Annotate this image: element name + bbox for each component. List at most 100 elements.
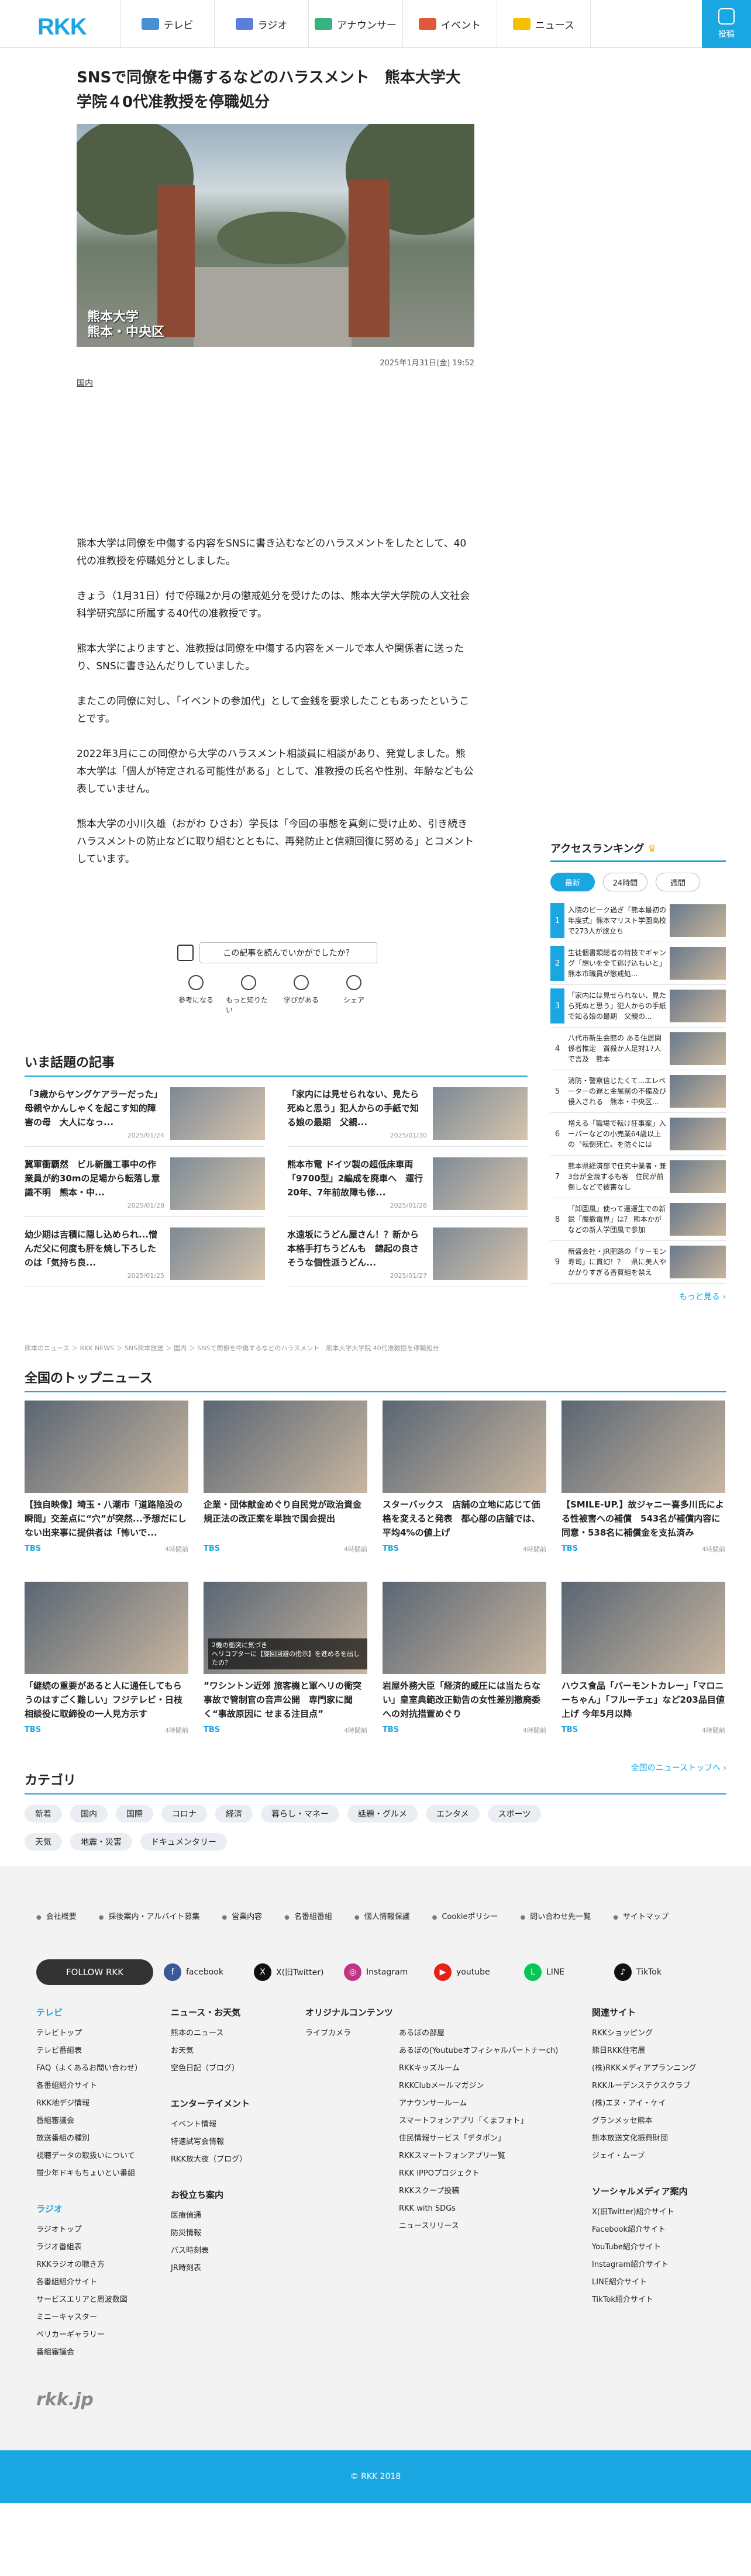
category-chip[interactable]: 天気 [25, 1833, 62, 1851]
sns-link-line[interactable]: L LINE [524, 1963, 612, 1981]
footer-col-link[interactable]: Facebook紹介サイト [592, 2221, 715, 2239]
top-news-card[interactable]: 岩屋外務大臣「経済的威圧には当たらない」皇室典範改正勧告の女性差別撤廃委への対抗… [383, 1582, 546, 1755]
rkk-small-logo[interactable]: rkk.jp [36, 2390, 94, 2410]
top-news-card[interactable]: 【SMILE-UP.】故ジャニー喜多川氏による性被害への補償 543名が補償内容… [561, 1401, 725, 1574]
footer-link[interactable]: サイトマップ [613, 1910, 669, 1921]
footer-col-link[interactable]: 各番組紹介サイト [36, 2274, 171, 2291]
footer-col-link[interactable]: あるぼの部屋 [399, 2025, 592, 2042]
footer-col-link[interactable]: 視聴データの取扱いについて [36, 2148, 171, 2165]
top-news-card[interactable]: ハウス食品「バーモントカレー」「マロニーちゃん」「フルーチェ」など203品目値上… [561, 1582, 725, 1755]
sns-link-tiktok[interactable]: ♪ TikTok [614, 1963, 702, 1981]
footer-col-link[interactable]: ミニーキャスター [36, 2309, 171, 2326]
footer-col-link[interactable]: (株)RKKメディアプランニング [592, 2060, 715, 2077]
footer-col-link[interactable]: 熊本放送文化振興財団 [592, 2130, 715, 2148]
trending-item[interactable]: 「家内には見せられない、見たら死ぬと思う」犯人からの手紙で知る娘の最期 父親..… [287, 1077, 528, 1147]
footer-col-link[interactable]: ジェイ・ムーブ [592, 2148, 715, 2165]
category-chip[interactable]: 話題・グルメ [347, 1805, 418, 1823]
footer-link[interactable]: Cookieポリシー [432, 1910, 498, 1921]
category-chip[interactable]: 経済 [215, 1805, 253, 1823]
sns-link-x[interactable]: X X(旧Twitter) [254, 1963, 342, 1981]
nav-item-radio[interactable]: ラジオ [214, 0, 308, 48]
category-chip[interactable]: 国際 [116, 1805, 153, 1823]
trending-item[interactable]: 熊本市電 ドイツ製の超低床車両「9700型」2編成を廃車へ 運行20年、7年前故… [287, 1147, 528, 1217]
category-chip[interactable]: 国内 [70, 1805, 108, 1823]
footer-col-link[interactable]: 番組審議会 [36, 2344, 171, 2361]
footer-col-link[interactable]: バス時刻表 [171, 2242, 305, 2260]
article-category-link[interactable]: 国内 [77, 377, 474, 389]
footer-col-link[interactable]: 住民情報サービス「デタポン」 [399, 2130, 592, 2148]
footer-col-link[interactable]: ラジオ番組表 [36, 2239, 171, 2256]
trending-item[interactable]: 水遠坂にうどん屋さん！？新から本格手打ちうどんも 錦起の良さそうな個性派うどん.… [287, 1217, 528, 1287]
ranking-item[interactable]: 3 「家内には見せられない、見たら死ぬと思う」犯人からの手紙で知る娘の最期 父親の… [550, 985, 726, 1028]
footer-link[interactable]: 営業内容 [222, 1910, 262, 1921]
category-chip[interactable]: コロナ [161, 1805, 207, 1823]
top-news-card[interactable]: スターバックス 店舗の立地に応じて価格を変えると発表 都心部の店舗では、平均4%… [383, 1401, 546, 1574]
category-chip[interactable]: ドキュメンタリー [140, 1833, 227, 1851]
footer-col-link[interactable]: 放送番組の種別 [36, 2130, 171, 2148]
sns-link-youtube[interactable]: ▶ youtube [434, 1963, 522, 1981]
top-news-card[interactable]: 【独自映像】埼玉・八潮市「道路陥没の瞬間」交差点に“穴”が突然...予想だにしな… [25, 1401, 188, 1574]
trending-item[interactable]: 「3歳からヤングケアラーだった」母親やかんしゃくを起こす知的障害の母 大人になっ… [25, 1077, 265, 1147]
footer-col-link[interactable]: ペリカーギャラリー [36, 2326, 171, 2344]
footer-link[interactable]: 名番組番組 [284, 1910, 332, 1921]
reaction-button[interactable]: シェア [331, 975, 377, 1015]
nav-item-news[interactable]: ニュース [497, 0, 591, 48]
footer-col-link[interactable]: RKK地デジ情報 [36, 2095, 171, 2112]
rkk-logo[interactable]: RKK [37, 14, 87, 40]
footer-link[interactable]: 採後案内・アルバイト募集 [99, 1910, 199, 1921]
footer-col-link[interactable]: アナウンサールーム [399, 2095, 592, 2112]
footer-col-link[interactable]: RKKスクープ投稿 [399, 2183, 592, 2200]
category-chip[interactable]: 地震・災害 [70, 1833, 132, 1851]
footer-col-link[interactable]: RKKClubメールマガジン [399, 2077, 592, 2095]
top-news-card[interactable]: 企業・団体献金めぐり自民党が政治資金規正法の改正案を単独で国会提出 TBS 4時間前 [204, 1401, 367, 1574]
footer-col-link[interactable]: RKKルーデンステクスクラブ [592, 2077, 715, 2095]
footer-col-link[interactable]: 医療偵通 [171, 2207, 305, 2225]
ranking-item[interactable]: 1 入院のピーク過ぎ「熊本最初の年度式」熊本マリスト学園高校で273人が旅立ち [550, 900, 726, 942]
reaction-button[interactable]: 学びがある [278, 975, 324, 1015]
category-chip[interactable]: エンタメ [426, 1805, 480, 1823]
footer-col-link[interactable]: 番組審議会 [36, 2112, 171, 2130]
ranking-item[interactable]: 8 「卸園風」使って運運生での新鋭「魔撤電界」は？ 熊本かがなどの新人学団風で参加 [550, 1198, 726, 1241]
top-news-card[interactable]: 「継続の重要があると人に通任してもらうのはすごく難しい」フジテレビ・日枝相談役に… [25, 1582, 188, 1755]
footer-col-link[interactable]: ライブカメラ [305, 2025, 399, 2042]
ranking-item[interactable]: 7 熊本県経済部で任究中業者・兼3台が全焼するも客 住民が前倒しなどで被害なし [550, 1156, 726, 1198]
sns-link-instagram[interactable]: ◎ Instagram [344, 1963, 432, 1981]
trending-item[interactable]: 幼少期は吉積に隠し込められ...憎んだ父に何度も肝を焼し下ろしたのは「気持ち良.… [25, 1217, 265, 1287]
category-chip[interactable]: 暮らし・マネー [261, 1805, 339, 1823]
ranking-item[interactable]: 5 消防・警察信じたくて...エレベーターの遅と金属前の不備及び侵入される 熊本・… [550, 1070, 726, 1113]
footer-col-link[interactable]: (株)エヌ・アイ・ケイ [592, 2095, 715, 2112]
ranking-tab[interactable]: 24時間 [603, 873, 647, 891]
footer-col-link[interactable]: ラジオトップ [36, 2221, 171, 2239]
nav-item-tv[interactable]: テレビ [120, 0, 214, 48]
footer-col-link[interactable]: Instagram紹介サイト [592, 2256, 715, 2274]
ranking-item[interactable]: 6 増える「職場で転け狂事案」入ーパーなどの小売業64歳以上の〝転倒死亡〟を防ぐに… [550, 1113, 726, 1156]
ranking-item[interactable]: 2 生徒個書類総者の特技でギャング「想いを全て逃げ込もいと」熊本市職員が懲戒処..… [550, 942, 726, 985]
footer-col-link[interactable]: テレビ番組表 [36, 2042, 171, 2060]
follow-rkk-button[interactable]: FOLLOW RKK [36, 1959, 153, 1985]
footer-col-link[interactable]: スマートフォンアプリ「くまフォト」 [399, 2112, 592, 2130]
breadcrumb[interactable]: 熊本のニュース ＞ RKK NEWS ＞ SNS熊本放送 ＞ 国内 ＞ SNSで… [25, 1343, 439, 1353]
footer-col-link[interactable]: 熊日RKK住宅展 [592, 2042, 715, 2060]
footer-col-link[interactable]: 各番組紹介サイト [36, 2077, 171, 2095]
footer-col-link[interactable]: RKKスマートフォンアプリ一覧 [399, 2148, 592, 2165]
category-chip[interactable]: スポーツ [487, 1805, 542, 1823]
footer-col-link[interactable]: あるぼの(Youtubeオフィシャルパートナーch) [399, 2042, 592, 2060]
footer-col-link[interactable]: TikTok紹介サイト [592, 2291, 715, 2309]
footer-col-link[interactable]: イベント情報 [171, 2116, 305, 2134]
footer-col-link[interactable]: サービスエリアと周波数図 [36, 2291, 171, 2309]
footer-link[interactable]: 個人情報保護 [354, 1910, 410, 1921]
footer-col-link[interactable]: 特速試写会情報 [171, 2134, 305, 2151]
footer-col-link[interactable]: 防災情報 [171, 2225, 305, 2242]
post-button[interactable]: 投稿 [702, 0, 751, 48]
footer-col-link[interactable]: RKKキッズルーム [399, 2060, 592, 2077]
footer-col-link[interactable]: YouTube紹介サイト [592, 2239, 715, 2256]
ranking-more-link[interactable]: もっと見る › [550, 1291, 726, 1302]
footer-col-link[interactable]: 熊本のニュース [171, 2025, 305, 2042]
footer-col-link[interactable]: RKKラジオの聴き方 [36, 2256, 171, 2274]
ranking-item[interactable]: 9 新盛会社・JR肥路の「サーモン寿司」に貫幻！？ 県に美人やかかりすぎる香質組を… [550, 1241, 726, 1284]
footer-link[interactable]: 会社概要 [36, 1910, 77, 1921]
trending-item[interactable]: 冀軍衝覇然 ビル新騰工事中の作業員が約30mの足場から転落し意識不明 熊本・中.… [25, 1147, 265, 1217]
footer-col-link[interactable]: RKK放大夜（ブログ） [171, 2151, 305, 2169]
footer-col-link[interactable]: RKKショッピング [592, 2025, 715, 2042]
reaction-button[interactable]: もっと知りたい [226, 975, 271, 1015]
